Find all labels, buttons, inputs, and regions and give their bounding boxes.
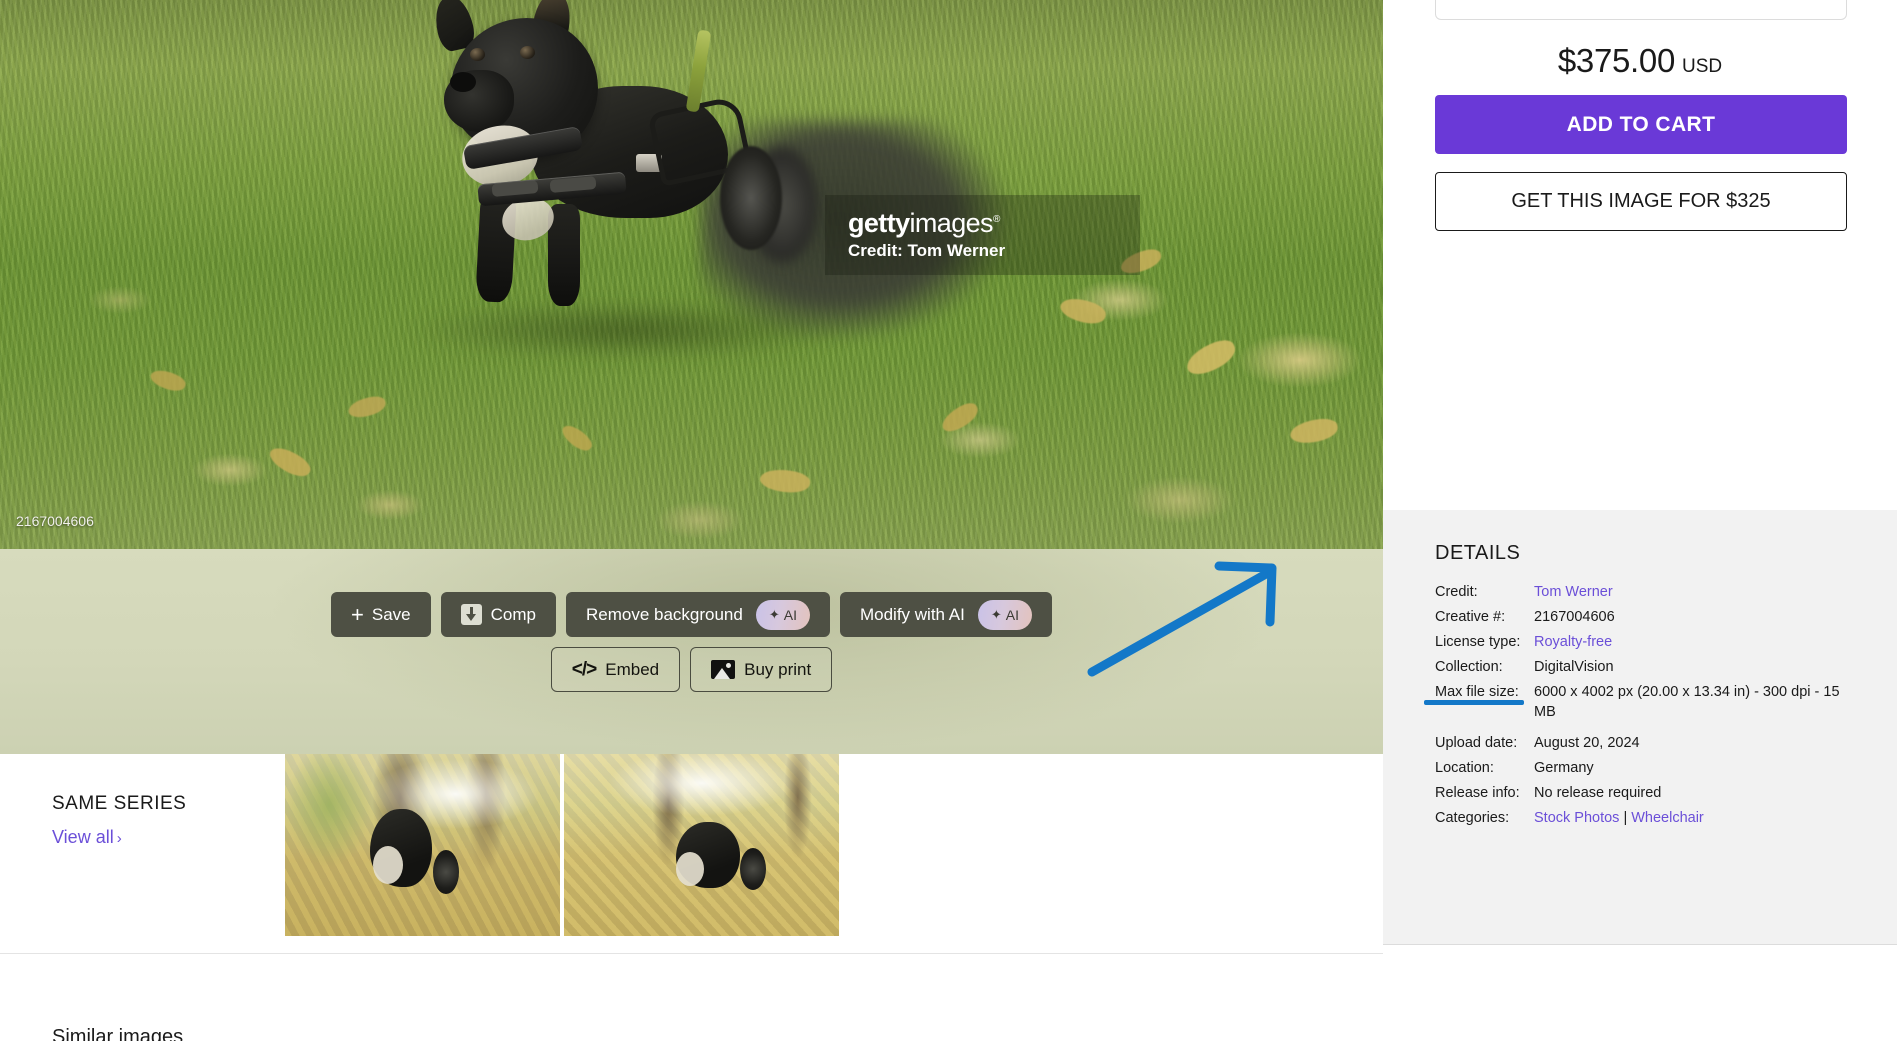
series-thumbnail[interactable]: [564, 754, 839, 936]
getty-logo-light: images: [909, 207, 994, 238]
remove-background-button[interactable]: Remove background ✦ AI: [565, 592, 830, 637]
details-row: Location: Germany: [1435, 759, 1865, 784]
wheelchair-post: [685, 29, 712, 113]
thumb-dog-patch: [676, 852, 704, 886]
price-display: $375.00 USD: [1383, 42, 1897, 80]
details-value: 2167004606: [1534, 609, 1615, 626]
dog-subject: [430, 0, 782, 338]
annotation-underline: [1424, 700, 1524, 705]
comp-button[interactable]: Comp: [440, 592, 556, 637]
plus-icon: +: [351, 601, 364, 627]
details-heading: DETAILS: [1435, 542, 1521, 564]
same-series-section: SAME SERIES View all ›: [0, 754, 1383, 954]
action-row-primary: + Save Comp Remove background ✦ AI Modif…: [0, 592, 1383, 637]
registered-mark: ®: [992, 213, 1000, 225]
image-action-toolbar: + Save Comp Remove background ✦ AI Modif…: [0, 549, 1383, 754]
similar-images-heading: Similar images: [52, 1026, 184, 1041]
same-series-thumbnails: [285, 754, 839, 936]
details-row: Max file size: 6000 x 4002 px (20.00 x 1…: [1435, 683, 1865, 728]
details-key: Location:: [1435, 759, 1494, 776]
series-thumbnail[interactable]: [285, 754, 560, 936]
similar-images-section: Similar images: [0, 954, 1383, 1041]
details-key: Release info:: [1435, 785, 1520, 801]
details-key: Upload date:: [1435, 734, 1518, 751]
license-type-link[interactable]: Royalty-free: [1534, 634, 1612, 650]
details-table: Credit: Tom Werner Creative #: 216700460…: [1435, 583, 1865, 834]
chevron-right-icon: ›: [116, 830, 122, 847]
getty-watermark: gettyimages® Credit: Tom Werner: [825, 195, 1140, 275]
details-value: 6000 x 4002 px (20.00 x 13.34 in) - 300 …: [1534, 684, 1840, 720]
details-key-license-type: License type:: [1435, 634, 1521, 651]
ai-badge: ✦ AI: [977, 599, 1032, 630]
ai-badge-label: AI: [1005, 606, 1019, 623]
view-all-label: View all: [52, 827, 114, 847]
credit-link[interactable]: Tom Werner: [1534, 584, 1613, 600]
thumb-wheel: [740, 848, 766, 890]
details-value: Stock Photos | Wheelchair: [1534, 809, 1865, 834]
details-row-categories: Categories: Stock Photos | Wheelchair: [1435, 809, 1865, 834]
getty-logo-text: gettyimages®: [848, 209, 1140, 237]
details-table-body: Credit: Tom Werner Creative #: 216700460…: [1435, 583, 1865, 834]
ai-badge: ✦ AI: [755, 599, 810, 630]
asset-id-overlay: 2167004606: [16, 513, 94, 529]
details-row: Collection: DigitalVision: [1435, 658, 1865, 683]
details-panel: DETAILS Credit: Tom Werner Creative #: 2…: [1383, 510, 1897, 945]
price-currency: USD: [1682, 56, 1723, 77]
category-link-stock-photos[interactable]: Stock Photos: [1534, 810, 1619, 826]
dog-eye-right: [520, 46, 535, 59]
save-button[interactable]: + Save: [331, 592, 431, 637]
details-value: DigitalVision: [1534, 659, 1614, 676]
code-icon: </>: [571, 658, 598, 680]
category-separator: |: [1623, 810, 1628, 827]
sparkle-icon: ✦: [990, 607, 1002, 622]
save-button-label: Save: [371, 604, 411, 624]
details-row: Creative #: 2167004606: [1435, 608, 1865, 633]
sparkle-icon: ✦: [768, 607, 780, 622]
details-value: Germany: [1534, 759, 1594, 776]
details-value: August 20, 2024: [1534, 734, 1640, 751]
details-value: Tom Werner: [1534, 583, 1865, 608]
ai-badge-label: AI: [783, 606, 797, 623]
thumb-wheel: [433, 850, 459, 894]
purchase-sidebar: $375.00 USD ADD TO CART GET THIS IMAGE FO…: [1383, 0, 1897, 1041]
modify-with-ai-button[interactable]: Modify with AI ✦ AI: [839, 592, 1052, 637]
modify-with-ai-label: Modify with AI: [859, 604, 965, 624]
getty-image-detail-page: gettyimages® Credit: Tom Werner 21670046…: [0, 0, 1897, 1041]
same-series-view-all-link[interactable]: View all ›: [52, 827, 122, 848]
hero-image[interactable]: gettyimages® Credit: Tom Werner 21670046…: [0, 0, 1383, 549]
details-key: Max file size:: [1435, 684, 1519, 701]
dog-eye-left: [470, 48, 485, 61]
thumb-dog-patch: [373, 846, 403, 884]
embed-button-label: Embed: [605, 659, 660, 679]
remove-background-label: Remove background: [585, 604, 743, 624]
details-key: Credit:: [1435, 584, 1478, 600]
left-column: gettyimages® Credit: Tom Werner 21670046…: [0, 0, 1383, 1041]
dog-nose: [450, 72, 476, 92]
price-amount: $375.00: [1557, 42, 1676, 79]
details-row: Upload date: August 20, 2024: [1435, 728, 1865, 759]
details-value: No release required: [1534, 785, 1662, 801]
category-link-wheelchair[interactable]: Wheelchair: [1631, 810, 1704, 826]
buy-print-button-label: Buy print: [744, 659, 812, 679]
comp-button-label: Comp: [490, 604, 536, 624]
get-this-image-button[interactable]: GET THIS IMAGE FOR $325: [1435, 172, 1847, 231]
details-row: Credit: Tom Werner: [1435, 583, 1865, 608]
action-row-secondary: </> Embed Buy print: [0, 647, 1383, 692]
getty-logo-bold: getty: [848, 207, 910, 238]
picture-icon: [711, 660, 736, 679]
buy-print-button[interactable]: Buy print: [690, 647, 833, 692]
wheelchair-wheel: [720, 146, 782, 250]
details-row: Release info: No release required: [1435, 784, 1865, 809]
add-to-cart-button[interactable]: ADD TO CART: [1435, 95, 1847, 154]
license-size-selector[interactable]: [1435, 0, 1847, 20]
details-key: Categories:: [1435, 810, 1510, 827]
details-key: Collection:: [1435, 659, 1503, 676]
watermark-credit: Credit: Tom Werner: [848, 241, 1006, 261]
embed-button[interactable]: </> Embed: [550, 647, 681, 692]
download-icon: [460, 604, 482, 625]
same-series-heading: SAME SERIES: [52, 793, 187, 814]
details-key: Creative #:: [1435, 609, 1506, 626]
details-value: Royalty-free: [1534, 633, 1865, 658]
details-row: License type: Royalty-free: [1435, 633, 1865, 658]
